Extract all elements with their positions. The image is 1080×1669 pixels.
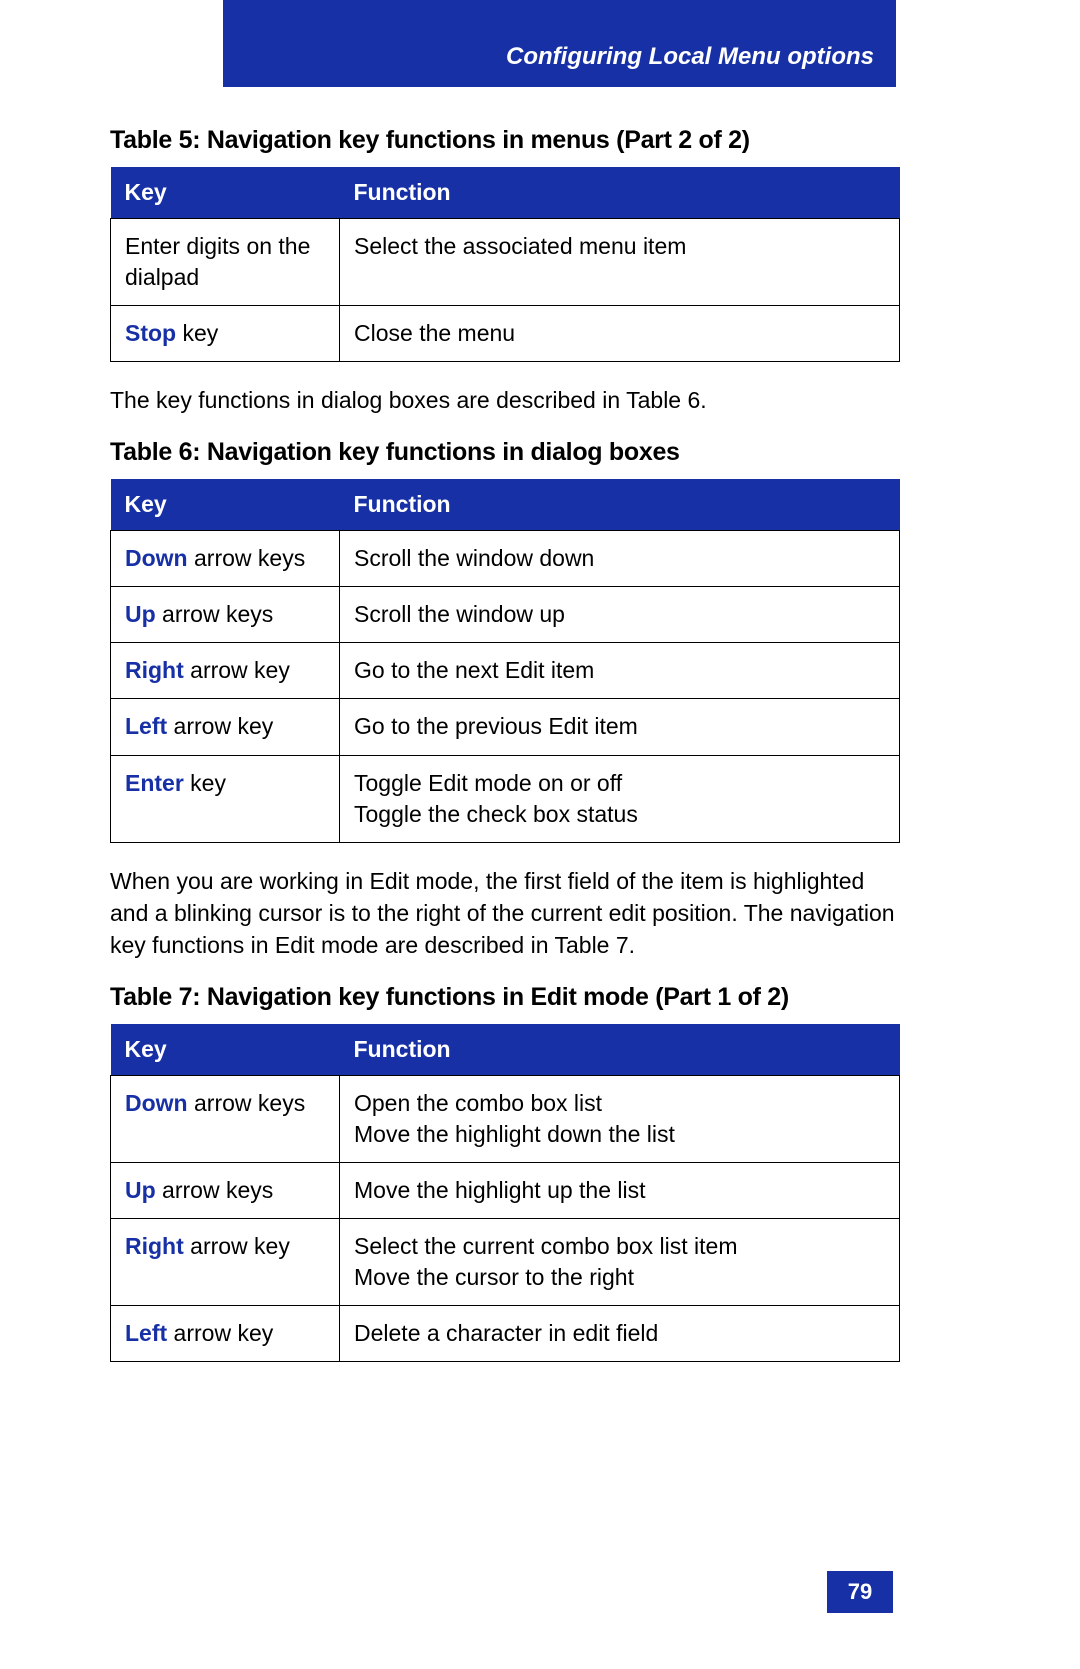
- func-cell: Select the associated menu item: [340, 219, 900, 306]
- table7: Key Function Down arrow keys Open the co…: [110, 1024, 900, 1362]
- func-cell: Scroll the window up: [340, 587, 900, 643]
- key-cell: Up arrow keys: [111, 587, 340, 643]
- key-bold: Up: [125, 1177, 156, 1203]
- func-cell: Go to the previous Edit item: [340, 699, 900, 755]
- key-cell: Down arrow keys: [111, 1076, 340, 1163]
- page-content: Table 5: Navigation key functions in men…: [110, 108, 900, 1362]
- table-row: Left arrow key Go to the previous Edit i…: [111, 699, 900, 755]
- key-rest: arrow key: [167, 713, 273, 739]
- table5-head-func: Function: [340, 167, 900, 219]
- table-header-row: Key Function: [111, 1024, 900, 1076]
- key-bold: Left: [125, 1320, 167, 1346]
- table-row: Left arrow key Delete a character in edi…: [111, 1306, 900, 1362]
- key-bold: Stop: [125, 320, 176, 346]
- key-rest: arrow key: [184, 1233, 290, 1259]
- key-cell: Down arrow keys: [111, 531, 340, 587]
- key-rest: arrow keys: [156, 601, 274, 627]
- key-cell: Right arrow key: [111, 643, 340, 699]
- key-bold: Up: [125, 601, 156, 627]
- paragraph-2: When you are working in Edit mode, the f…: [110, 865, 900, 962]
- key-cell: Enter digits on the dialpad: [111, 219, 340, 306]
- func-cell: Go to the next Edit item: [340, 643, 900, 699]
- key-bold: Left: [125, 713, 167, 739]
- func-cell: Open the combo box listMove the highligh…: [340, 1076, 900, 1163]
- key-cell: Right arrow key: [111, 1219, 340, 1306]
- table-row: Down arrow keys Open the combo box listM…: [111, 1076, 900, 1163]
- table7-head-func: Function: [340, 1024, 900, 1076]
- table-row: Down arrow keys Scroll the window down: [111, 531, 900, 587]
- key-cell: Left arrow key: [111, 699, 340, 755]
- table-row: Stop key Close the menu: [111, 306, 900, 362]
- table5: Key Function Enter digits on the dialpad…: [110, 167, 900, 362]
- key-rest: arrow keys: [156, 1177, 274, 1203]
- table6-caption: Table 6: Navigation key functions in dia…: [110, 438, 900, 467]
- func-cell: Scroll the window down: [340, 531, 900, 587]
- table-row: Enter digits on the dialpad Select the a…: [111, 219, 900, 306]
- key-bold: Right: [125, 657, 184, 683]
- table-row: Up arrow keys Scroll the window up: [111, 587, 900, 643]
- key-rest: arrow key: [184, 657, 290, 683]
- func-cell: Close the menu: [340, 306, 900, 362]
- table7-head-key: Key: [111, 1024, 340, 1076]
- page-number: 79: [827, 1571, 893, 1613]
- table-header-row: Key Function: [111, 479, 900, 531]
- table-header-row: Key Function: [111, 167, 900, 219]
- func-cell: Select the current combo box list itemMo…: [340, 1219, 900, 1306]
- section-title: Configuring Local Menu options: [506, 43, 874, 71]
- table5-caption: Table 5: Navigation key functions in men…: [110, 126, 900, 155]
- key-rest: key: [184, 770, 226, 796]
- key-rest: arrow keys: [188, 545, 306, 571]
- key-bold: Down: [125, 1090, 188, 1116]
- key-rest: arrow key: [167, 1320, 273, 1346]
- table-row: Enter key Toggle Edit mode on or offTogg…: [111, 755, 900, 842]
- key-cell: Left arrow key: [111, 1306, 340, 1362]
- paragraph-1: The key functions in dialog boxes are de…: [110, 384, 900, 416]
- func-cell: Delete a character in edit field: [340, 1306, 900, 1362]
- table6-head-func: Function: [340, 479, 900, 531]
- section-header-tab: Configuring Local Menu options: [223, 0, 896, 87]
- table-row: Right arrow key Go to the next Edit item: [111, 643, 900, 699]
- table7-caption: Table 7: Navigation key functions in Edi…: [110, 983, 900, 1012]
- key-cell: Stop key: [111, 306, 340, 362]
- table-row: Right arrow key Select the current combo…: [111, 1219, 900, 1306]
- key-rest: arrow keys: [188, 1090, 306, 1116]
- table6: Key Function Down arrow keys Scroll the …: [110, 479, 900, 842]
- key-bold: Enter: [125, 770, 184, 796]
- func-cell: Move the highlight up the list: [340, 1163, 900, 1219]
- table6-head-key: Key: [111, 479, 340, 531]
- key-rest: key: [176, 320, 218, 346]
- key-cell: Enter key: [111, 755, 340, 842]
- table5-head-key: Key: [111, 167, 340, 219]
- key-bold: Down: [125, 545, 188, 571]
- key-bold: Right: [125, 1233, 184, 1259]
- table-row: Up arrow keys Move the highlight up the …: [111, 1163, 900, 1219]
- key-cell: Up arrow keys: [111, 1163, 340, 1219]
- key-rest: Enter digits on the dialpad: [125, 233, 310, 290]
- func-cell: Toggle Edit mode on or offToggle the che…: [340, 755, 900, 842]
